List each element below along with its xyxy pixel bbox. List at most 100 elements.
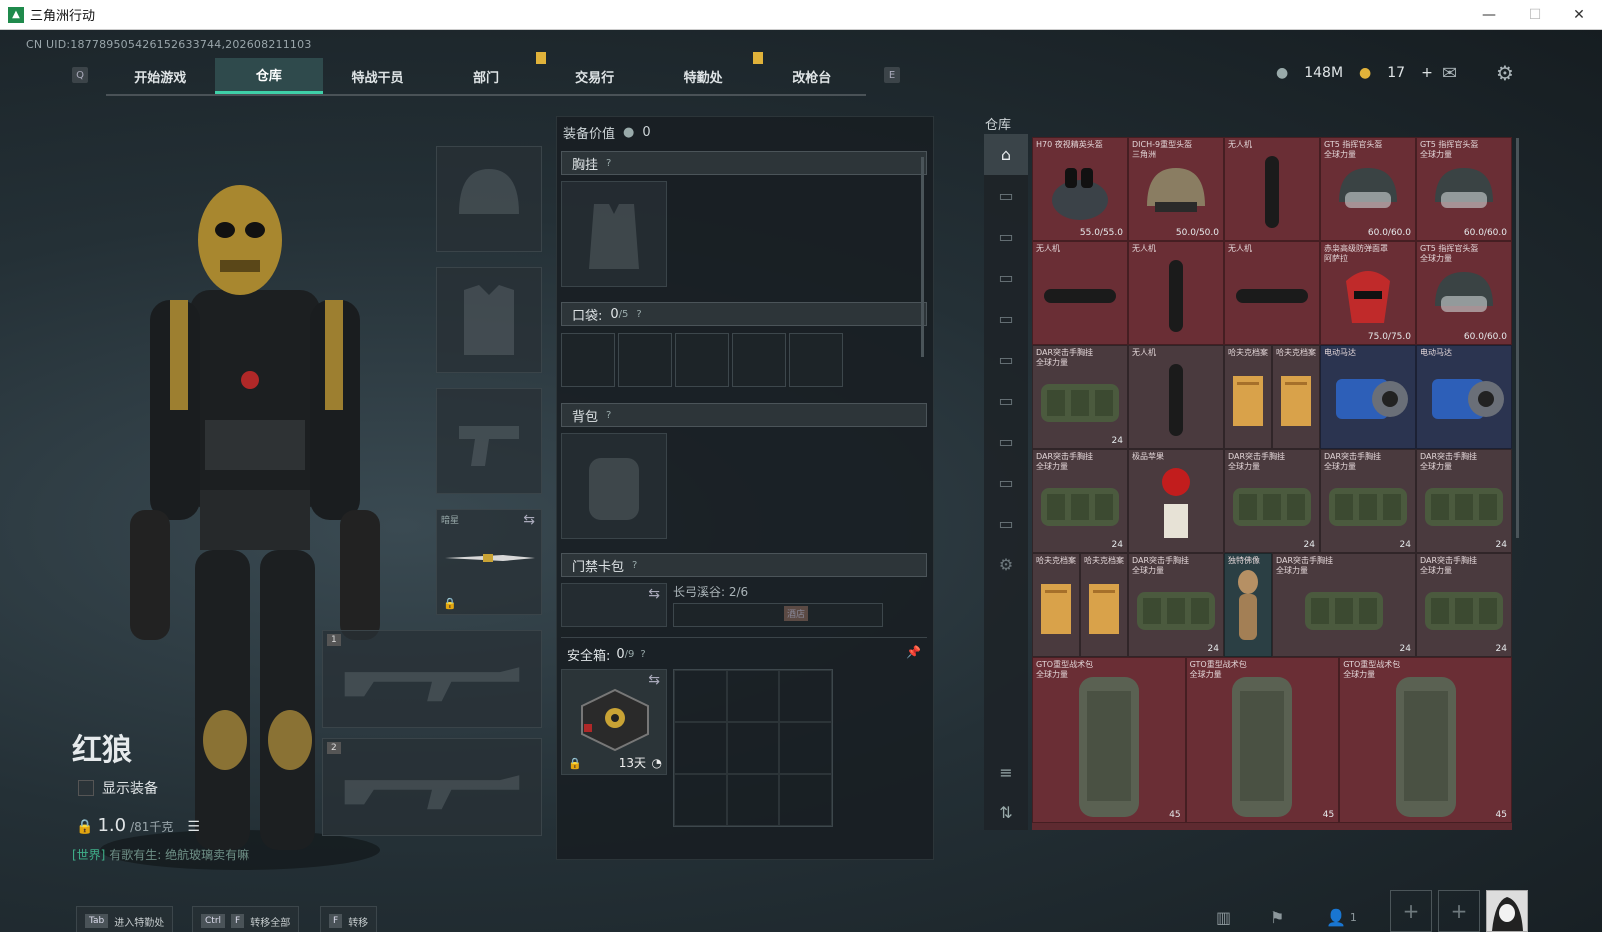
safebox-cell[interactable] [779, 722, 832, 774]
safebox-cell[interactable] [726, 670, 780, 722]
warehouse-tab-icon[interactable]: ▭ [984, 257, 1028, 298]
warehouse-item[interactable]: DAR突击手胸挂 全球力量 24 [1272, 553, 1416, 657]
layers-icon[interactable]: ≡ [984, 754, 1028, 790]
backpack-slot[interactable] [561, 433, 667, 539]
warehouse-tab-icon[interactable]: ▭ [984, 462, 1028, 503]
tab-department[interactable]: 部门 [432, 52, 547, 94]
help-icon[interactable]: ? [640, 649, 645, 660]
warehouse-tab-icon[interactable]: ▭ [984, 503, 1028, 544]
warehouse-item[interactable]: 无人机 [1128, 345, 1224, 449]
warehouse-item[interactable]: GTO重型战术包 全球力量 45 [1339, 657, 1512, 824]
warehouse-tab-icon[interactable]: ▭ [984, 216, 1028, 257]
warehouse-tab-icon[interactable]: ▭ [984, 298, 1028, 339]
swap-icon[interactable]: ⇆ [648, 672, 660, 688]
help-icon[interactable]: ? [606, 158, 611, 169]
warehouse-item[interactable]: DAR突击手胸挂 全球力量 24 [1128, 553, 1224, 657]
keycard-slot-row[interactable]: 酒店 [673, 603, 883, 627]
sort-icon[interactable]: ⇅ [984, 794, 1028, 830]
safebox-cell[interactable] [779, 774, 832, 826]
warehouse-item[interactable]: DAR突击手胸挂 全球力量 24 [1320, 449, 1416, 553]
melee-slot[interactable]: 暗星 ⇆ 🔒 [436, 509, 542, 615]
primary-weapon-slot[interactable]: 1 [322, 630, 542, 728]
safebox-cell[interactable] [779, 670, 832, 722]
nav-right-key[interactable]: E [884, 67, 900, 83]
hint-enter-special-ops[interactable]: Tab 进入特勤处 [76, 906, 174, 932]
scrollbar[interactable] [921, 157, 924, 357]
pin-icon[interactable]: 📌 [906, 645, 921, 659]
tab-operators[interactable]: 特战干员 [323, 58, 432, 94]
warehouse-tab-icon[interactable]: ▭ [984, 339, 1028, 380]
warehouse-item[interactable]: 赤枭高级防弹面罩 阿萨拉 75.0/75.0 [1320, 241, 1416, 345]
armor-slot[interactable] [436, 267, 542, 373]
show-equipment-toggle[interactable]: 显示装备 [78, 778, 158, 798]
add-currency-button[interactable]: + [1421, 65, 1433, 81]
keycard-case-slot[interactable]: ⇆ [561, 583, 667, 627]
warehouse-item[interactable]: 哈夫克档案 [1272, 345, 1320, 449]
chest-rig-slot[interactable] [561, 181, 667, 287]
warehouse-item[interactable]: GT5 指挥官头盔 全球力量 60.0/60.0 [1416, 137, 1512, 241]
stats-chart-icon[interactable]: ▥ [1216, 908, 1231, 927]
tab-special-ops[interactable]: 特勤处 [649, 52, 764, 94]
maximize-button[interactable]: ☐ [1512, 0, 1558, 30]
tab-gunsmith[interactable]: 改枪台 [757, 58, 866, 94]
warehouse-item[interactable]: 哈夫克档案 [1224, 345, 1272, 449]
warehouse-settings-icon[interactable]: ⚙ [984, 544, 1028, 585]
warehouse-item[interactable]: DAR突击手胸挂 全球力量 24 [1416, 449, 1512, 553]
warehouse-item[interactable]: 独特佛像 [1224, 553, 1272, 657]
warehouse-item[interactable]: 无人机 [1224, 137, 1320, 241]
pocket-slot[interactable] [732, 333, 786, 387]
warehouse-tab-icon[interactable]: ▭ [984, 380, 1028, 421]
secondary-weapon-slot[interactable]: 2 [322, 738, 542, 836]
help-icon[interactable]: ? [606, 410, 611, 421]
warehouse-item[interactable]: DAR突击手胸挂 全球力量 24 [1416, 553, 1512, 657]
hint-transfer-all[interactable]: Ctrl F 转移全部 [192, 906, 300, 932]
warehouse-tab-icon[interactable]: ▭ [984, 175, 1028, 216]
tab-warehouse[interactable]: 仓库 [214, 58, 324, 94]
close-button[interactable]: ✕ [1556, 0, 1602, 30]
flag-icon[interactable]: ⚑ [1270, 908, 1284, 927]
warehouse-item[interactable]: GTO重型战术包 全球力量 45 [1032, 657, 1186, 824]
warehouse-item[interactable]: GT5 指挥官头盔 全球力量 60.0/60.0 [1320, 137, 1416, 241]
pocket-slot[interactable] [789, 333, 843, 387]
pocket-slot[interactable] [675, 333, 729, 387]
chat-line[interactable]: [世界] 有歌有生: 绝航玻璃卖有嘛 [72, 846, 249, 863]
helmet-slot[interactable] [436, 146, 542, 252]
swap-icon[interactable]: ⇆ [523, 512, 535, 528]
warehouse-item[interactable]: 无人机 [1224, 241, 1320, 345]
warehouse-item[interactable]: DICH-9重型头盔 三角洲 50.0/50.0 [1128, 137, 1224, 241]
avatar[interactable] [1486, 890, 1528, 932]
safebox-cell[interactable] [726, 722, 780, 774]
mail-icon[interactable]: ✉ [1442, 63, 1457, 84]
help-icon[interactable]: ? [636, 309, 641, 320]
hint-transfer[interactable]: F 转移 [320, 906, 378, 932]
warehouse-item[interactable]: H70 夜视精英头盔 55.0/55.0 [1032, 137, 1128, 241]
pocket-slot[interactable] [561, 333, 615, 387]
minimize-button[interactable]: — [1466, 0, 1512, 30]
checkbox[interactable] [78, 780, 94, 796]
warehouse-home-icon[interactable]: ⌂ [984, 134, 1028, 175]
warehouse-item[interactable]: DAR突击手胸挂 全球力量 24 [1032, 449, 1128, 553]
nav-left-key[interactable]: Q [72, 67, 88, 83]
warehouse-item[interactable]: 哈夫克档案 [1032, 553, 1080, 657]
warehouse-item[interactable]: 极品苹果 [1128, 449, 1224, 553]
warehouse-item[interactable]: 无人机 [1128, 241, 1224, 345]
invite-slot-button[interactable]: + [1390, 890, 1432, 932]
warehouse-item[interactable]: GTO重型战术包 全球力量 45 [1185, 657, 1340, 824]
safebox-cell[interactable] [674, 722, 727, 774]
safebox-cell[interactable] [726, 774, 780, 826]
warehouse-scrollbar[interactable] [1516, 138, 1519, 538]
pocket-slot[interactable] [618, 333, 672, 387]
tab-trade[interactable]: 交易行 [540, 58, 649, 94]
warehouse-grid[interactable]: H70 夜视精英头盔 55.0/55.0 DICH-9重型头盔 三角洲 50.0/50… [1032, 137, 1512, 830]
warehouse-item[interactable]: 电动马达 [1416, 345, 1512, 449]
safebox-cell[interactable] [674, 774, 727, 826]
warehouse-item[interactable]: GT5 指挥官头盔 全球力量 60.0/60.0 [1416, 241, 1512, 345]
swap-icon[interactable]: ⇆ [648, 586, 660, 602]
pistol-slot[interactable] [436, 388, 542, 494]
warehouse-item[interactable]: DAR突击手胸挂 全球力量 24 [1032, 345, 1128, 449]
settings-gear-icon[interactable]: ⚙ [1496, 61, 1514, 85]
warehouse-item[interactable]: DAR突击手胸挂 全球力量 24 [1224, 449, 1320, 553]
help-icon[interactable]: ? [632, 560, 637, 571]
squad-button[interactable]: 👤 1 [1326, 908, 1357, 927]
invite-slot-button[interactable]: + [1438, 890, 1480, 932]
